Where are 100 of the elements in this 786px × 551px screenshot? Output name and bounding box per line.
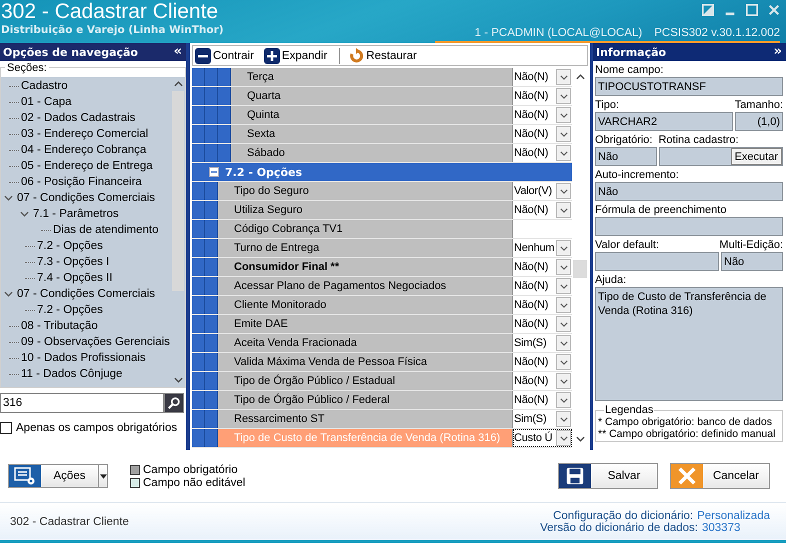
property-row[interactable]: Acessar Plano de Pagamentos Negociados Não(N) (192, 277, 572, 296)
dropdown[interactable]: Não(N) (513, 125, 572, 143)
property-label: Tipo de Órgão Público / Estadual (233, 374, 396, 389)
property-label: Turno de Entrega (233, 241, 320, 256)
tree-item[interactable]: 08 - Tributação (21, 319, 98, 333)
dropdown[interactable]: Não(N) (513, 296, 572, 314)
dropdown[interactable]: Não(N) (513, 144, 572, 162)
dropdown[interactable]: Sim(S) (513, 334, 572, 352)
property-label: Código Cobrança TV1 (233, 222, 344, 237)
field-label: Tipo: (595, 98, 620, 112)
search-field[interactable]: 316 (0, 393, 164, 413)
dropdown[interactable]: Não(N) (513, 87, 572, 105)
tree-item[interactable]: 04 - Endereço Cobrança (21, 143, 146, 157)
property-label: Cliente Monitorado (233, 298, 328, 313)
collapse-icon[interactable] (209, 167, 219, 177)
tree-item[interactable]: 07 - Condições Comerciais (17, 191, 156, 205)
collapse-button[interactable]: « (174, 45, 182, 59)
dropdown[interactable]: Valor(V) (513, 182, 572, 200)
field-label: Ajuda: (595, 273, 628, 287)
property-row[interactable]: Sexta Não(N) (192, 125, 572, 144)
scroll-down-icon[interactable] (174, 377, 182, 383)
search-button[interactable] (164, 393, 184, 413)
property-label: Sábado (246, 146, 286, 161)
scroll-thumb[interactable] (573, 260, 587, 278)
tree-item[interactable]: 03 - Endereço Comercial (21, 127, 148, 141)
dropdown[interactable]: Não(N) (513, 315, 572, 333)
tree-item[interactable]: 05 - Endereço de Entrega (21, 159, 153, 173)
dropdown[interactable]: Não(N) (513, 106, 572, 124)
property-row[interactable]: Utiliza Seguro Não(N) (192, 201, 572, 220)
legend-text: Campo não editável (143, 476, 246, 488)
tree-item[interactable]: 02 - Dados Cadastrais (21, 111, 136, 125)
dropdown[interactable]: Não(N) (513, 391, 572, 409)
property-row[interactable]: Tipo de Órgão Público / Estadual Não(N) (192, 372, 572, 391)
tree-item[interactable]: 7.3 - Opções I (37, 255, 110, 269)
document-gear-icon (13, 466, 37, 486)
read-only-field: Não (721, 252, 783, 271)
status-value: Personalizada (697, 510, 770, 522)
dropdown[interactable]: Não(N) (513, 277, 572, 295)
tree-item[interactable]: 01 - Capa (21, 95, 72, 109)
tree-item[interactable]: 07 - Condições Comerciais (17, 287, 156, 301)
dropdown[interactable]: Não(N) (513, 353, 572, 371)
property-row[interactable]: Código Cobrança TV1 (192, 220, 572, 239)
property-row[interactable]: Emite DAE Não(N) (192, 315, 572, 334)
property-row[interactable]: Aceita Venda Fracionada Sim(S) (192, 334, 572, 353)
tree-item[interactable]: 7.1 - Parâmetros (33, 207, 119, 221)
property-row[interactable]: Consumidor Final ** Não(N) (192, 258, 572, 277)
status-label: Configuração do dicionário: (553, 510, 694, 522)
legend-text: ** Campo obrigatório: definido manual (598, 428, 776, 440)
tree-item[interactable]: 7.2 - Opções (37, 303, 103, 317)
dropdown[interactable]: Não(N) (513, 201, 572, 219)
tree-item[interactable]: 7.2 - Opções (37, 239, 103, 253)
property-row[interactable]: Sábado Não(N) (192, 144, 572, 163)
property-label: Valida Máxima Venda de Pessoa Física (233, 355, 428, 370)
tree-item[interactable]: Dias de atendimento (53, 223, 158, 237)
tree-item[interactable]: 7.4 - Opções II (37, 271, 112, 285)
dropdown[interactable]: Não(N) (513, 258, 572, 276)
field-label: Fórmula de preenchimento (595, 203, 728, 217)
property-row[interactable]: Quarta Não(N) (192, 87, 572, 106)
window-subtitle: Distribuição e Varejo (Linha WinThor) (0, 24, 224, 36)
property-row[interactable]: Ressarcimento ST Sim(S) (192, 410, 572, 429)
dropdown[interactable]: Não(N) (513, 68, 572, 86)
property-row[interactable]: Valida Máxima Venda de Pessoa Física Não(N) (192, 353, 572, 372)
property-row[interactable]: Tipo de Órgão Público / Federal Não(N) (192, 391, 572, 410)
status-label: Versão do dicionário de dados: (540, 522, 698, 534)
cancel-button[interactable]: Cancelar (670, 463, 770, 489)
close-icon[interactable] (768, 4, 780, 16)
version-info: PCSIS302 v.30.1.12.002 (654, 26, 780, 41)
read-only-field: Não (595, 182, 783, 201)
expander-icon[interactable] (4, 195, 13, 201)
scroll-down-icon[interactable] (576, 436, 584, 442)
expand-button[interactable]: » (774, 45, 782, 59)
property-row[interactable]: Tipo de Custo de Transferência de Venda (Rotina 316) Custo Ú (192, 429, 572, 448)
save-button[interactable]: Salvar (558, 463, 658, 489)
field-label: Nome campo: (595, 63, 664, 77)
dropdown[interactable]: Não(N) (513, 372, 572, 390)
dropdown[interactable]: Sim(S) (513, 410, 572, 428)
toolbar-button[interactable]: Expandir (264, 48, 332, 64)
actions-button[interactable]: Ações (8, 464, 108, 488)
property-row[interactable]: Quinta Não(N) (192, 106, 572, 125)
toolbar-button[interactable]: Restaurar (348, 48, 421, 64)
checkbox[interactable] (0, 422, 12, 434)
property-row[interactable]: Terça Não(N) (192, 68, 572, 87)
tree-item[interactable]: Cadastro (21, 79, 68, 93)
tree-item[interactable]: 06 - Posição Financeira (21, 175, 142, 189)
tree-item[interactable]: 09 - Observações Gerenciais (21, 335, 170, 349)
property-row[interactable]: Tipo do Seguro Valor(V) (192, 182, 572, 201)
property-row[interactable]: Cliente Monitorado Não(N) (192, 296, 572, 315)
maximize-icon[interactable] (746, 4, 758, 16)
tree-item[interactable]: 11 - Dados Cônjuge (21, 367, 122, 381)
expander-icon[interactable] (4, 291, 13, 297)
scroll-up-icon[interactable] (576, 74, 584, 80)
toolbar-button[interactable]: Contrair (195, 48, 258, 64)
execute-button[interactable]: Executar (730, 148, 782, 165)
dropdown[interactable]: Nenhum (513, 239, 572, 257)
tree-item[interactable]: 10 - Dados Profissionais (21, 351, 146, 365)
property-row[interactable]: Turno de Entrega Nenhum (192, 239, 572, 258)
restore-icon[interactable] (702, 4, 714, 16)
dropdown[interactable]: Custo Ú (513, 429, 572, 447)
scroll-up-icon[interactable] (174, 81, 182, 87)
expander-icon[interactable] (20, 211, 29, 217)
